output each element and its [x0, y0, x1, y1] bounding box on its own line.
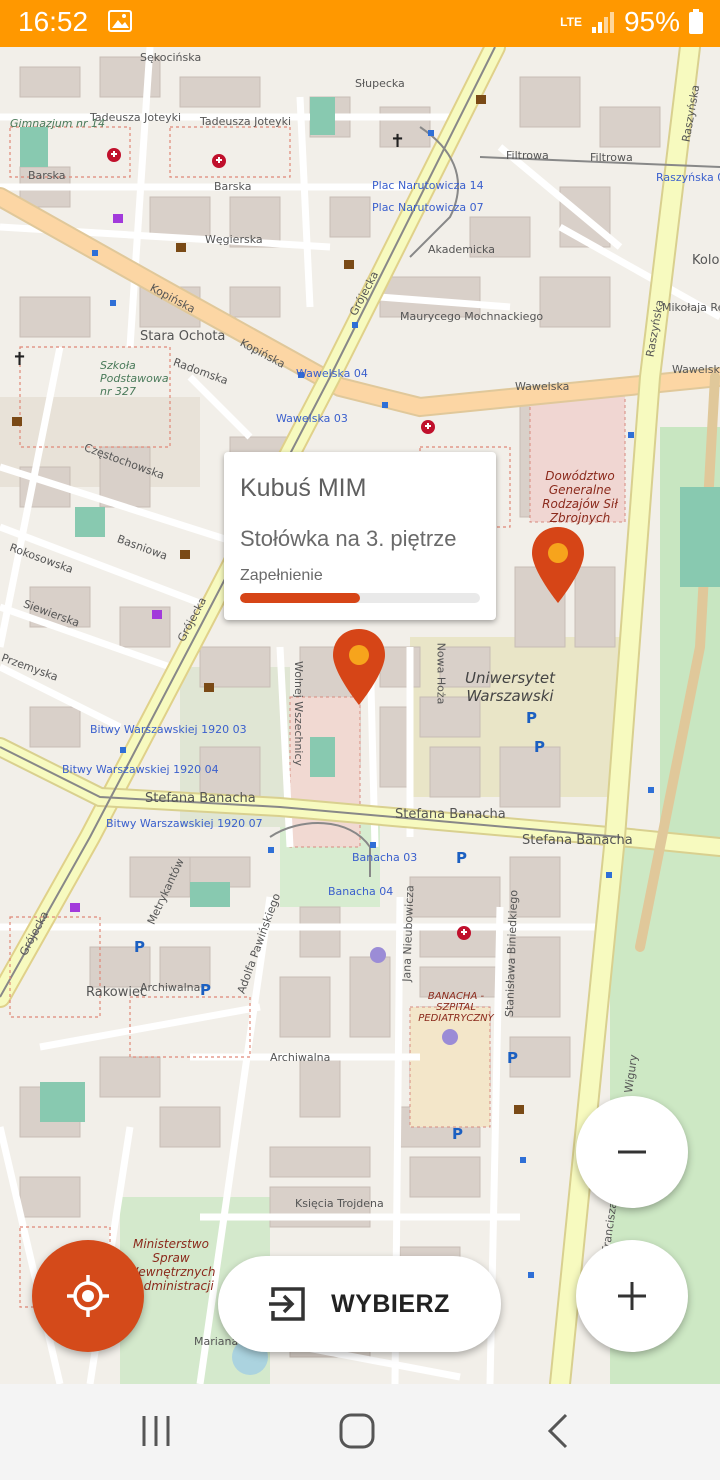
- locate-me-button[interactable]: [32, 1240, 144, 1352]
- svg-text:P: P: [452, 1125, 463, 1143]
- minus-icon: [618, 1150, 646, 1154]
- svg-text:✝: ✝: [12, 349, 27, 370]
- home-button[interactable]: [338, 1412, 376, 1450]
- zoom-in-button[interactable]: [576, 1240, 688, 1352]
- svg-text:P: P: [456, 849, 467, 867]
- battery-icon: [689, 9, 703, 34]
- location-info-card[interactable]: Kubuś MIM Stołówka na 3. piętrze Zapełni…: [224, 452, 496, 620]
- map-pin-icon[interactable]: [331, 627, 387, 707]
- occupancy-bar: [240, 593, 480, 603]
- network-type: LTE: [560, 15, 582, 29]
- location-subtitle: Stołówka na 3. piętrze: [240, 526, 457, 551]
- occupancy-bar-fill: [240, 593, 360, 603]
- svg-text:P: P: [526, 709, 537, 727]
- system-navigation-bar: [0, 1384, 720, 1480]
- svg-text:P: P: [534, 738, 545, 756]
- crosshair-icon: [67, 1275, 109, 1317]
- status-indicators: LTE 95%: [560, 6, 704, 38]
- recent-apps-button[interactable]: [140, 1414, 172, 1448]
- svg-text:P: P: [507, 1049, 518, 1067]
- battery-percent: 95%: [623, 6, 680, 37]
- svg-text:P: P: [134, 938, 145, 956]
- map-pin-icon[interactable]: [530, 525, 586, 605]
- back-button[interactable]: [544, 1412, 572, 1450]
- zoom-out-button[interactable]: [576, 1096, 688, 1208]
- occupancy-label: Zapełnienie: [240, 567, 323, 584]
- gallery-notification-icon: [108, 10, 132, 32]
- plus-icon: [618, 1282, 646, 1310]
- select-button[interactable]: WYBIERZ: [218, 1256, 501, 1352]
- status-time: 16:52: [18, 6, 89, 37]
- signal-icon: [591, 12, 614, 33]
- status-bar: 16:52 LTE 95%: [0, 0, 720, 47]
- select-button-label: WYBIERZ: [331, 1289, 450, 1318]
- svg-text:P: P: [200, 981, 211, 999]
- location-title: Kubuś MIM: [240, 474, 367, 502]
- svg-text:✝: ✝: [390, 131, 405, 152]
- login-arrow-icon: [269, 1287, 305, 1321]
